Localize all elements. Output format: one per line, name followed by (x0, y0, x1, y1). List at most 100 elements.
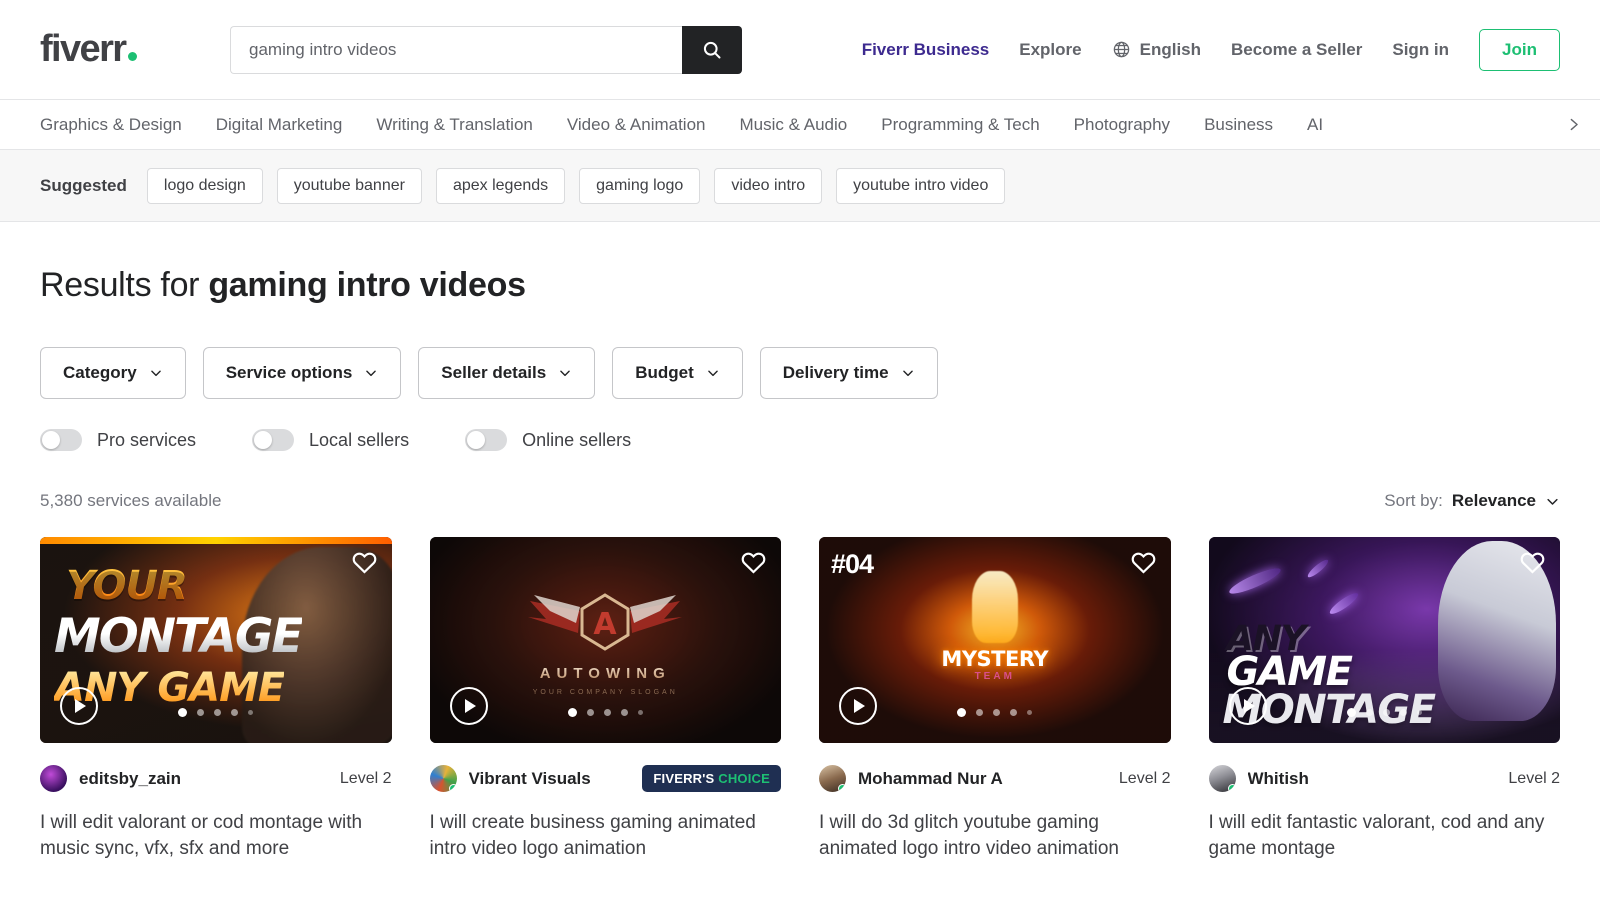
gig-thumbnail[interactable]: A AUTOWING YOUR COMPANY SLOGAN (429, 537, 782, 743)
carousel-dot[interactable] (1346, 708, 1356, 717)
category-nav-scroll-right[interactable] (1538, 100, 1592, 149)
seller-name[interactable]: Vibrant Visuals (469, 769, 591, 789)
carousel-dots[interactable] (40, 708, 392, 717)
carousel-dot[interactable] (586, 709, 594, 716)
results-count: 5,380 services available (40, 491, 222, 510)
thumb-brand: MYSTERY (941, 647, 1049, 671)
carousel-dot[interactable] (957, 708, 967, 717)
search-input[interactable] (230, 25, 682, 74)
filter-category[interactable]: Category (40, 347, 186, 399)
search-button[interactable] (682, 25, 742, 74)
fiverr-logo[interactable]: fiverr (40, 28, 190, 71)
filter-budget[interactable]: Budget (612, 347, 743, 399)
filter-seller-details[interactable]: Seller details (418, 347, 596, 399)
seller-name[interactable]: Whitish (1248, 769, 1309, 789)
toggle-filters: Pro services Local sellers Online seller… (40, 429, 1560, 451)
favorite-button[interactable] (740, 549, 767, 581)
gig-title[interactable]: I will edit fantastic valorant, cod and … (1209, 810, 1561, 862)
category-nav-item-5[interactable]: Programming & Tech (881, 115, 1039, 135)
seller-name[interactable]: Mohammad Nur A (858, 769, 1003, 789)
nav-explore[interactable]: Explore (1019, 40, 1081, 60)
globe-icon (1113, 41, 1129, 58)
heart-icon (1131, 552, 1155, 574)
carousel-dot[interactable] (214, 709, 222, 716)
carousel-dots[interactable] (430, 708, 782, 717)
local-sellers-label: Local sellers (309, 429, 410, 450)
suggested-chip-0[interactable]: logo design (146, 167, 263, 204)
gig-card[interactable]: #04 MYSTERY TEAM Mohammad Nur A Level 2 … (819, 537, 1171, 862)
category-nav-item-1[interactable]: Digital Marketing (216, 115, 343, 135)
carousel-dot[interactable] (197, 709, 205, 716)
category-nav-item-8[interactable]: AI (1307, 115, 1323, 135)
carousel-dots[interactable] (1209, 708, 1561, 717)
carousel-dot[interactable] (1399, 709, 1407, 716)
nav-become-a-seller[interactable]: Become a Seller (1231, 40, 1362, 60)
suggested-chip-3[interactable]: gaming logo (579, 167, 701, 204)
online-sellers-switch[interactable] (465, 429, 508, 451)
carousel-dot[interactable] (567, 708, 577, 717)
suggested-chip-4[interactable]: video intro (714, 167, 823, 204)
local-sellers-switch[interactable] (252, 429, 295, 451)
carousel-dot[interactable] (1010, 709, 1018, 716)
suggested-chip-5[interactable]: youtube intro video (836, 167, 1006, 204)
play-button[interactable] (1228, 687, 1267, 725)
filter-service-options[interactable]: Service options (202, 347, 402, 399)
category-nav-item-6[interactable]: Photography (1074, 115, 1170, 135)
suggested-chip-2[interactable]: apex legends (435, 167, 566, 204)
carousel-dot[interactable] (178, 708, 188, 717)
carousel-dot[interactable] (603, 709, 611, 716)
badge-text-second: CHOICE (718, 771, 770, 786)
carousel-dot[interactable] (637, 710, 643, 715)
play-button[interactable] (839, 687, 877, 725)
avatar[interactable] (429, 765, 457, 792)
play-button[interactable] (449, 687, 488, 725)
sort-control[interactable]: Sort by: Relevance (1384, 491, 1560, 511)
gig-title[interactable]: I will edit valorant or cod montage with… (40, 810, 392, 862)
sort-by-value[interactable]: Relevance (1452, 491, 1536, 511)
avatar[interactable] (1208, 765, 1236, 792)
svg-text:A: A (594, 607, 618, 642)
favorite-button[interactable] (1130, 549, 1157, 581)
suggested-chip-1[interactable]: youtube banner (276, 167, 422, 204)
gig-thumbnail[interactable]: YOUR MONTAGE ANY GAME (40, 537, 392, 743)
favorite-button[interactable] (351, 549, 378, 581)
category-nav-item-2[interactable]: Writing & Translation (376, 115, 533, 135)
toggle-local-sellers[interactable]: Local sellers (252, 429, 409, 451)
nav-fiverr-business[interactable]: Fiverr Business (862, 40, 990, 60)
toggle-pro-services[interactable]: Pro services (40, 429, 196, 451)
carousel-dot[interactable] (248, 710, 254, 715)
category-nav-item-7[interactable]: Business (1204, 115, 1273, 135)
carousel-dot[interactable] (1027, 710, 1033, 715)
toggle-online-sellers[interactable]: Online sellers (465, 429, 631, 451)
carousel-dot[interactable] (993, 709, 1001, 716)
gig-title[interactable]: I will do 3d glitch youtube gaming anima… (819, 810, 1171, 862)
carousel-dot[interactable] (620, 709, 628, 716)
category-nav-item-3[interactable]: Video & Animation (567, 115, 706, 135)
carousel-dot[interactable] (231, 709, 239, 716)
carousel-dot[interactable] (1416, 710, 1422, 715)
gig-title[interactable]: I will create business gaming animated i… (430, 810, 782, 862)
gig-card[interactable]: YOUR MONTAGE ANY GAME editsby_zain Level… (40, 537, 392, 862)
gig-card[interactable]: A AUTOWING YOUR COMPANY SLOGAN Vibrant V… (429, 537, 782, 862)
category-nav-item-4[interactable]: Music & Audio (740, 115, 848, 135)
favorite-button[interactable] (1519, 549, 1546, 581)
filter-delivery-time[interactable]: Delivery time (759, 347, 938, 399)
gig-card[interactable]: ANY GAME MONTAGE Whitish Level 2 I will … (1208, 537, 1561, 862)
avatar[interactable] (819, 765, 846, 792)
carousel-dots[interactable] (819, 708, 1171, 717)
gig-thumbnail[interactable]: #04 MYSTERY TEAM (819, 537, 1171, 743)
avatar[interactable] (40, 765, 67, 792)
nav-language[interactable]: English (1112, 40, 1201, 60)
join-button[interactable]: Join (1479, 28, 1560, 71)
seller-level-badge: Level 2 (1508, 769, 1560, 787)
nav-sign-in[interactable]: Sign in (1392, 40, 1449, 60)
pro-services-switch[interactable] (40, 429, 82, 451)
carousel-dot[interactable] (1365, 709, 1373, 716)
carousel-dot[interactable] (1382, 709, 1390, 716)
category-nav-item-0[interactable]: Graphics & Design (40, 115, 182, 135)
gig-thumbnail[interactable]: ANY GAME MONTAGE (1208, 537, 1561, 743)
language-label: English (1139, 39, 1202, 59)
seller-name[interactable]: editsby_zain (79, 769, 181, 789)
play-button[interactable] (60, 687, 98, 725)
carousel-dot[interactable] (976, 709, 984, 716)
